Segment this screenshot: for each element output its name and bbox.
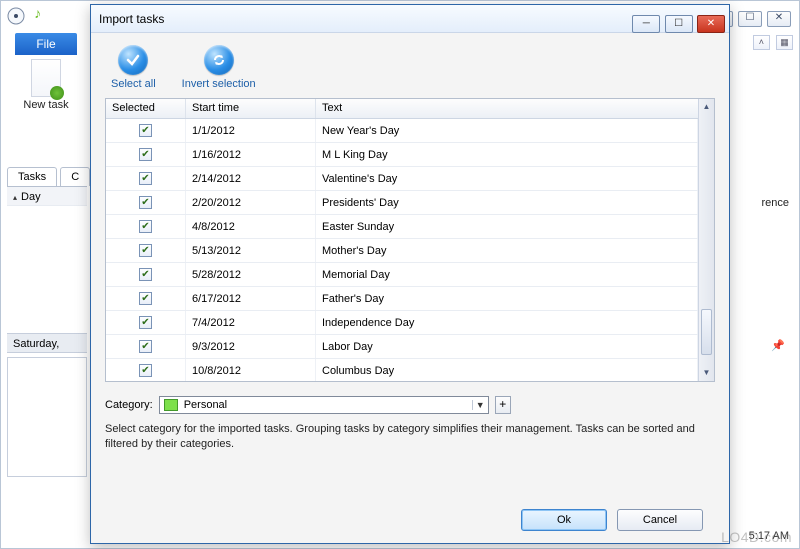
row-checkbox[interactable]: ✔ — [139, 148, 152, 161]
row-checkbox[interactable]: ✔ — [139, 220, 152, 233]
file-menu-button[interactable]: File — [15, 33, 77, 55]
row-checkbox[interactable]: ✔ — [139, 292, 152, 305]
scroll-up-icon[interactable]: ▲ — [699, 99, 714, 115]
chevron-down-icon[interactable]: ▼ — [472, 400, 488, 410]
table-row[interactable]: ✔ 2/14/2012Valentine's Day — [106, 167, 698, 191]
row-text: M L King Day — [316, 143, 698, 166]
select-all-label: Select all — [111, 78, 156, 90]
row-start-time: 5/13/2012 — [186, 239, 316, 262]
day-listbox[interactable] — [7, 357, 87, 477]
row-start-time: 10/8/2012 — [186, 359, 316, 381]
main-close-button[interactable]: ✕ — [767, 11, 791, 27]
row-checkbox[interactable]: ✔ — [139, 340, 152, 353]
new-task-button[interactable]: + New task — [15, 59, 77, 111]
main-tabs: Tasks C — [7, 167, 90, 186]
pin-icon[interactable]: 📌 — [771, 339, 785, 352]
row-checkbox[interactable]: ✔ — [139, 124, 152, 137]
help-text: Select category for the imported tasks. … — [105, 422, 715, 452]
row-checkbox[interactable]: ✔ — [139, 268, 152, 281]
new-task-label: New task — [15, 99, 77, 111]
ok-button[interactable]: Ok — [521, 509, 607, 531]
table-row[interactable]: ✔ 1/1/2012New Year's Day — [106, 119, 698, 143]
row-start-time: 2/14/2012 — [186, 167, 316, 190]
cancel-button[interactable]: Cancel — [617, 509, 703, 531]
dialog-title: Import tasks — [99, 12, 164, 26]
music-note-icon: ♪ — [34, 5, 41, 21]
category-label: Category: — [105, 399, 153, 411]
row-start-time: 5/28/2012 — [186, 263, 316, 286]
column-selected[interactable]: Selected — [106, 99, 186, 118]
status-time: 5:17 AM — [749, 530, 789, 542]
row-text: Easter Sunday — [316, 215, 698, 238]
row-checkbox[interactable]: ✔ — [139, 364, 152, 377]
scroll-thumb[interactable] — [701, 309, 712, 355]
main-maximize-button[interactable]: ☐ — [738, 11, 762, 27]
collapse-icon[interactable]: ˄ — [753, 35, 770, 50]
invert-selection-button[interactable]: Invert selection — [182, 45, 256, 90]
table-row[interactable]: ✔ 6/17/2012Father's Day — [106, 287, 698, 311]
refresh-icon — [204, 45, 234, 75]
table-header: Selected Start time Text — [106, 99, 714, 119]
table-row[interactable]: ✔ 5/13/2012Mother's Day — [106, 239, 698, 263]
table-row[interactable]: ✔ 1/16/2012M L King Day — [106, 143, 698, 167]
table-scrollbar[interactable]: ▲ ▼ — [698, 99, 714, 381]
tab-tasks[interactable]: Tasks — [7, 167, 57, 186]
column-start-time[interactable]: Start time — [186, 99, 316, 118]
row-text: Columbus Day — [316, 359, 698, 381]
table-row[interactable]: ✔ 9/3/2012Labor Day — [106, 335, 698, 359]
table-row[interactable]: ✔ 2/20/2012Presidents' Day — [106, 191, 698, 215]
day-column-header[interactable]: Day — [7, 186, 87, 206]
row-checkbox[interactable]: ✔ — [139, 196, 152, 209]
category-value: Personal — [182, 399, 472, 411]
dialog-maximize-button[interactable]: ☐ — [665, 15, 693, 33]
main-toolbar: ♪ — [7, 6, 41, 28]
row-checkbox[interactable]: ✔ — [139, 244, 152, 257]
row-start-time: 9/3/2012 — [186, 335, 316, 358]
row-start-time: 7/4/2012 — [186, 311, 316, 334]
tab-second[interactable]: C — [60, 167, 90, 186]
row-text: Memorial Day — [316, 263, 698, 286]
row-checkbox[interactable]: ✔ — [139, 172, 152, 185]
category-color-swatch — [164, 399, 178, 411]
options-icon[interactable]: ▦ — [776, 35, 793, 50]
invert-selection-label: Invert selection — [182, 78, 256, 90]
category-combo[interactable]: Personal ▼ — [159, 396, 489, 414]
dialog-close-button[interactable]: ✕ — [697, 15, 725, 33]
right-column-label: rence — [761, 197, 789, 209]
table-row[interactable]: ✔ 10/8/2012Columbus Day — [106, 359, 698, 381]
column-text[interactable]: Text — [316, 99, 714, 118]
tasks-table: Selected Start time Text ✔ 1/1/2012New Ye… — [105, 98, 715, 382]
date-header: Saturday, — [7, 333, 87, 353]
row-start-time: 1/1/2012 — [186, 119, 316, 142]
row-text: Mother's Day — [316, 239, 698, 262]
row-checkbox[interactable]: ✔ — [139, 316, 152, 329]
add-category-button[interactable]: + — [495, 396, 511, 414]
row-text: New Year's Day — [316, 119, 698, 142]
dialog-minimize-button[interactable]: ─ — [632, 15, 660, 33]
table-row[interactable]: ✔ 4/8/2012Easter Sunday — [106, 215, 698, 239]
row-text: Labor Day — [316, 335, 698, 358]
row-start-time: 1/16/2012 — [186, 143, 316, 166]
scroll-down-icon[interactable]: ▼ — [699, 365, 714, 381]
row-text: Presidents' Day — [316, 191, 698, 214]
row-start-time: 2/20/2012 — [186, 191, 316, 214]
new-task-icon: + — [31, 59, 61, 97]
app-icon — [7, 7, 25, 25]
import-tasks-dialog: Import tasks ─ ☐ ✕ Select all Invert sel… — [90, 4, 730, 544]
checkmark-icon — [118, 45, 148, 75]
select-all-button[interactable]: Select all — [111, 45, 156, 90]
dialog-titlebar[interactable]: Import tasks ─ ☐ ✕ — [91, 5, 729, 33]
table-row[interactable]: ✔ 5/28/2012Memorial Day — [106, 263, 698, 287]
row-text: Independence Day — [316, 311, 698, 334]
row-start-time: 6/17/2012 — [186, 287, 316, 310]
table-row[interactable]: ✔ 7/4/2012Independence Day — [106, 311, 698, 335]
row-start-time: 4/8/2012 — [186, 215, 316, 238]
row-text: Father's Day — [316, 287, 698, 310]
row-text: Valentine's Day — [316, 167, 698, 190]
